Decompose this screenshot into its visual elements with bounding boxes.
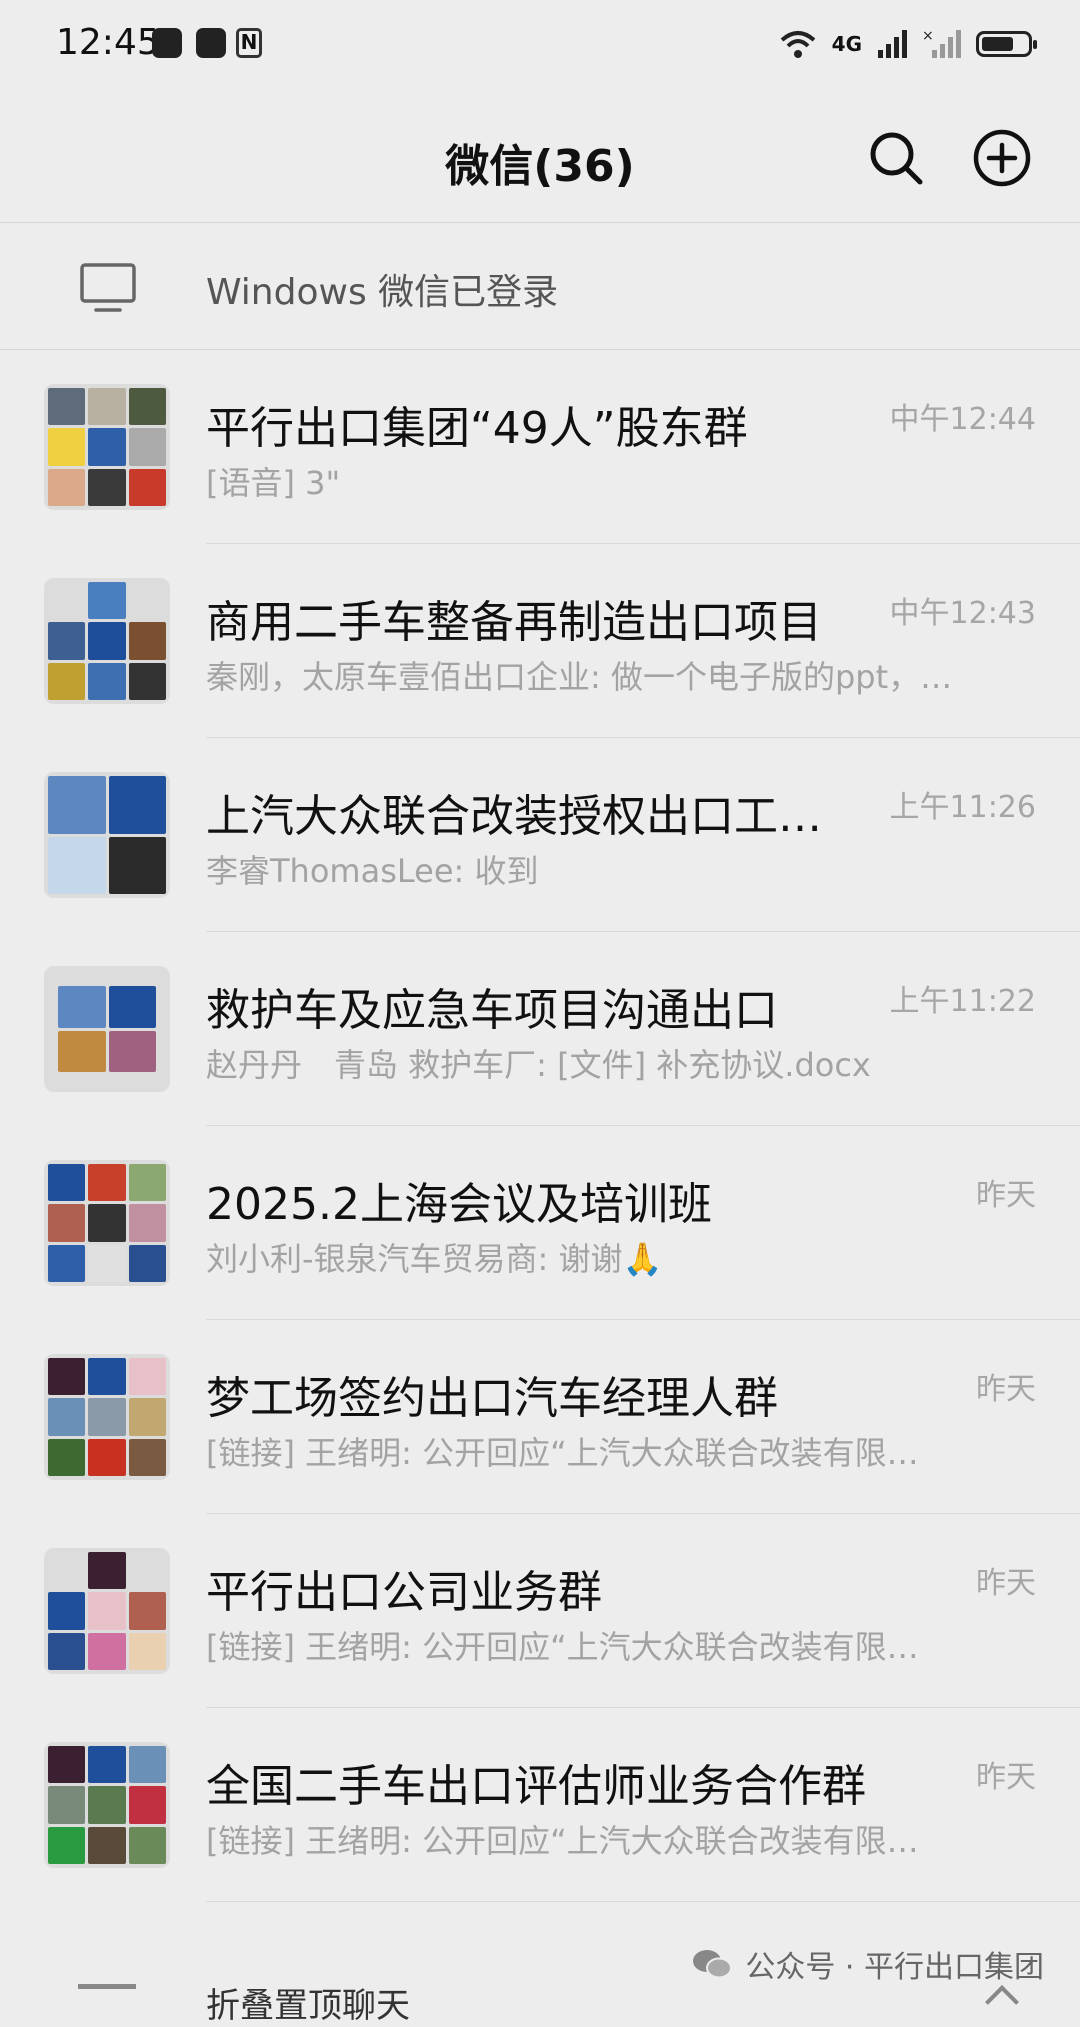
status-time: 12:45 <box>56 22 160 63</box>
chat-preview: [链接] 王绪明: 公开回应“上汽大众联合改装有限… <box>206 1822 919 1860</box>
wifi-icon <box>780 31 815 58</box>
add-button[interactable] <box>972 128 1032 188</box>
app-notification-icon <box>196 28 226 58</box>
chat-preview: [链接] 王绪明: 公开回应“上汽大众联合改装有限… <box>206 1628 919 1666</box>
chat-preview: [语音] 3" <box>206 464 341 502</box>
group-avatar <box>44 384 170 510</box>
chat-item[interactable]: 梦工场签约出口汽车经理人群 昨天 [链接] 王绪明: 公开回应“上汽大众联合改装… <box>0 1320 1080 1514</box>
desktop-login-text: Windows 微信已登录 <box>206 272 559 313</box>
chat-time: 中午12:43 <box>889 596 1036 631</box>
chat-time: 昨天 <box>976 1372 1036 1407</box>
chat-name: 梦工场签约出口汽车经理人群 <box>206 1373 778 1424</box>
list-icon <box>78 1984 136 2009</box>
chat-name: 全国二手车出口评估师业务合作群 <box>206 1761 866 1812</box>
group-avatar <box>44 966 170 1092</box>
signal-weak-icon: × <box>922 28 961 58</box>
chat-item[interactable]: 救护车及应急车项目沟通出口 上午11:22 赵丹丹 青岛 救护车厂: [文件] … <box>0 932 1080 1126</box>
plus-circle-icon <box>973 129 1031 187</box>
chat-time: 上午11:26 <box>889 790 1036 825</box>
chat-item[interactable]: 商用二手车整备再制造出口项目 中午12:43 秦刚，太原车壹佰出口企业: 做一个… <box>0 544 1080 738</box>
chat-name: 商用二手车整备再制造出口项目 <box>206 597 822 648</box>
folded-pinned-label: 折叠置顶聊天 <box>206 1986 410 2026</box>
chat-preview: 刘小利-银泉汽车贸易商: 谢谢🙏 <box>206 1240 663 1278</box>
chat-item[interactable]: 全国二手车出口评估师业务合作群 昨天 [链接] 王绪明: 公开回应“上汽大众联合… <box>0 1708 1080 1902</box>
group-avatar <box>44 1160 170 1286</box>
chat-preview: 李睿ThomasLee: 收到 <box>206 852 539 890</box>
search-icon <box>870 132 923 185</box>
group-avatar <box>44 1742 170 1868</box>
app-notification-icon <box>152 28 182 58</box>
chat-item[interactable]: 平行出口公司业务群 昨天 [链接] 王绪明: 公开回应“上汽大众联合改装有限… <box>0 1514 1080 1708</box>
chat-name: 平行出口集团“49人”股东群 <box>206 403 748 454</box>
group-avatar <box>44 1354 170 1480</box>
chat-name: 平行出口公司业务群 <box>206 1567 602 1618</box>
desktop-login-banner[interactable]: Windows 微信已登录 <box>0 222 1080 350</box>
chat-preview: 秦刚，太原车壹佰出口企业: 做一个电子版的ppt，… <box>206 658 953 696</box>
chat-item[interactable]: 2025.2上海会议及培训班 昨天 刘小利-银泉汽车贸易商: 谢谢🙏 <box>0 1126 1080 1320</box>
desktop-monitor-icon <box>80 263 136 312</box>
chat-item[interactable]: 上汽大众联合改装授权出口工… 上午11:26 李睿ThomasLee: 收到 <box>0 738 1080 932</box>
chat-list: 平行出口集团“49人”股东群 中午12:44 [语音] 3" 商用二手车整备再制… <box>0 350 1080 1902</box>
chat-time: 昨天 <box>976 1760 1036 1795</box>
chevron-up-icon[interactable] <box>985 1985 1019 2019</box>
status-bar: 12:45 N 4G × <box>0 0 1080 90</box>
nfc-icon: N <box>236 28 262 58</box>
chat-name: 2025.2上海会议及培训班 <box>206 1179 712 1230</box>
chat-time: 上午11:22 <box>889 984 1036 1019</box>
chat-time: 中午12:44 <box>889 402 1036 437</box>
chat-time: 昨天 <box>976 1178 1036 1213</box>
chat-name: 上汽大众联合改装授权出口工… <box>206 791 822 842</box>
header: 微信(36) <box>0 100 1080 216</box>
chat-preview: 赵丹丹 青岛 救护车厂: [文件] 补充协议.docx <box>206 1046 871 1084</box>
wechat-logo-icon <box>693 1950 733 1979</box>
svg-text:×: × <box>922 28 934 44</box>
group-avatar <box>44 578 170 704</box>
chat-name: 救护车及应急车项目沟通出口 <box>206 985 778 1036</box>
status-indicators: 4G × <box>778 26 1037 62</box>
chat-item[interactable]: 平行出口集团“49人”股东群 中午12:44 [语音] 3" <box>0 350 1080 544</box>
watermark-text: 公众号 · 平行出口集团 <box>745 1950 1044 1985</box>
divider <box>206 1901 1080 1902</box>
battery-icon <box>976 31 1037 57</box>
group-avatar <box>44 1548 170 1674</box>
chat-preview: [链接] 王绪明: 公开回应“上汽大众联合改装有限… <box>206 1434 919 1472</box>
signal-icon <box>878 30 907 58</box>
search-button[interactable] <box>866 128 926 188</box>
group-avatar <box>44 772 170 898</box>
watermark: 公众号 · 平行出口集团 <box>691 1942 1044 1986</box>
network-type: 4G <box>831 32 862 56</box>
chat-time: 昨天 <box>976 1566 1036 1601</box>
